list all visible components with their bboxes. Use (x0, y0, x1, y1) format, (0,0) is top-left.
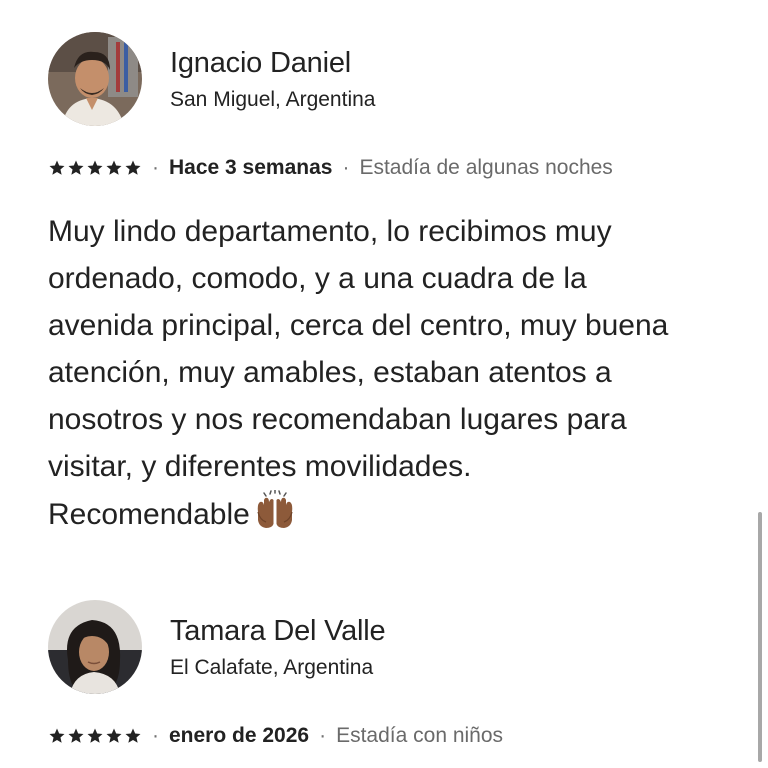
star-icon (48, 727, 66, 745)
separator-dot: · (152, 724, 159, 747)
reviewer-location: El Calafate, Argentina (170, 655, 374, 679)
review-text: Muy lindo departamento, lo recibimos muy… (48, 215, 669, 531)
review-meta: · Hace 3 semanas · Estadía de algunas no… (48, 154, 728, 182)
stay-type: Estadía con niños (336, 724, 504, 747)
star-rating (48, 727, 142, 745)
star-icon (86, 727, 104, 745)
reviews-page: Ignacio Daniel San Miguel, Argentina · H… (0, 0, 768, 768)
star-icon (105, 727, 123, 745)
star-icon (105, 159, 123, 177)
star-icon (48, 159, 66, 177)
star-icon (86, 159, 104, 177)
raising-hands-emoji-icon (254, 490, 296, 530)
reviewer-location: San Miguel, Argentina (170, 87, 376, 111)
avatar[interactable] (48, 600, 142, 694)
review-meta: · enero de 2026 · Estadía con niños (48, 722, 728, 750)
avatar[interactable] (48, 32, 142, 126)
star-icon (124, 159, 142, 177)
review-header: Ignacio Daniel San Miguel, Argentina (48, 32, 728, 126)
star-rating (48, 159, 142, 177)
separator-dot: · (319, 724, 327, 747)
review-date: Hace 3 semanas (169, 156, 333, 179)
stay-type: Estadía de algunas noches (359, 156, 613, 179)
review-card: Tamara Del Valle El Calafate, Argentina … (48, 600, 728, 750)
review-card: Ignacio Daniel San Miguel, Argentina · H… (48, 32, 728, 538)
scrollbar[interactable] (758, 512, 762, 762)
review-date: enero de 2026 (169, 724, 310, 747)
avatar-photo-icon (48, 600, 142, 694)
avatar-photo-icon (48, 32, 142, 126)
reviewer-name[interactable]: Tamara Del Valle (170, 613, 386, 649)
review-header: Tamara Del Valle El Calafate, Argentina (48, 600, 728, 694)
reviewer-name[interactable]: Ignacio Daniel (170, 45, 375, 81)
review-text-block: Muy lindo departamento, lo recibimos muy… (48, 208, 738, 538)
star-icon (67, 159, 85, 177)
separator-dot: · (152, 156, 159, 179)
reviewer-info: Tamara Del Valle El Calafate, Argentina (170, 613, 386, 682)
star-icon (67, 727, 85, 745)
star-icon (124, 727, 142, 745)
separator-dot: · (342, 156, 350, 179)
reviewer-info: Ignacio Daniel San Miguel, Argentina (170, 45, 375, 114)
